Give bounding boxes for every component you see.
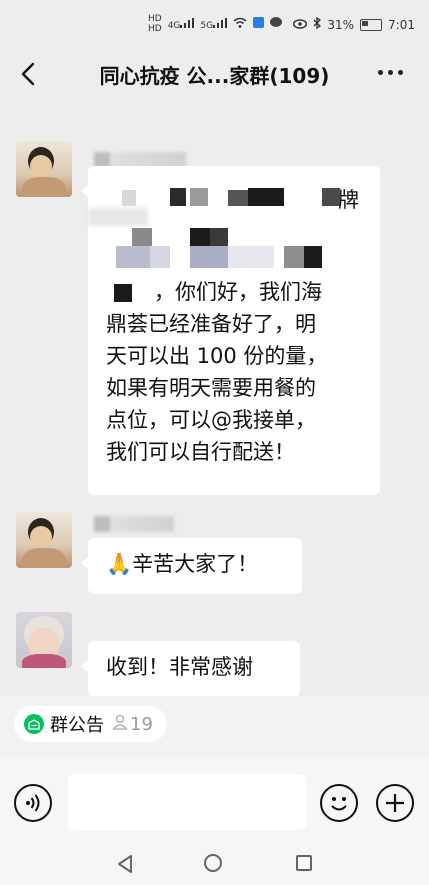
group-announcement-button[interactable]: 群公告 19 bbox=[14, 706, 167, 742]
system-navigation-bar bbox=[0, 846, 429, 885]
chat-title: 同心抗疫 公...家群(109) bbox=[99, 64, 330, 88]
message-text-line-2: ，你们好，我们海 bbox=[154, 280, 322, 304]
hd-badge-1: HD bbox=[148, 14, 162, 24]
message-text-line-6: 点位，可以@我接单， bbox=[106, 408, 316, 432]
status-bar: HD HD 4G 5G 31% 7:01 bbox=[0, 0, 429, 46]
hd-badge-2: HD bbox=[148, 24, 162, 34]
notice-icon bbox=[24, 714, 44, 734]
sender-avatar-2[interactable] bbox=[16, 512, 72, 568]
redacted-mosaic bbox=[88, 166, 380, 302]
message-text-line-4: 天可以出 100 份的量， bbox=[106, 344, 328, 368]
message-input[interactable] bbox=[68, 774, 306, 830]
message-text-line-1: 牌 bbox=[338, 188, 359, 212]
member-count: 19 bbox=[130, 713, 153, 735]
message-text-line-7: 我们可以自行配送！ bbox=[106, 440, 295, 464]
input-bar bbox=[0, 758, 429, 846]
message-bubble-3[interactable]: 收到！非常感谢 bbox=[81, 641, 300, 696]
nav-home-icon[interactable] bbox=[204, 854, 222, 872]
message-bubble-2[interactable]: 🙏辛苦大家了！ bbox=[81, 538, 302, 594]
signal-4g-label: 4G bbox=[167, 20, 181, 31]
system-indicators: 31% 7:01 bbox=[293, 16, 415, 32]
message-text-line-3: 鼎荟已经准备好了，明 bbox=[106, 312, 316, 336]
message-bubble-1[interactable]: 牌 ，你们好，我们海 鼎荟已经准备好了，明 天可以出 100 份的量， 如果有明… bbox=[81, 166, 380, 495]
message-notification-icon bbox=[270, 17, 283, 31]
eye-icon bbox=[293, 18, 308, 32]
signal-5g-label: 5G bbox=[200, 20, 214, 31]
message-text: 收到！非常感谢 bbox=[106, 655, 253, 679]
app-notification-icon bbox=[253, 17, 265, 31]
wifi-icon bbox=[233, 17, 247, 31]
message-list[interactable]: 牌 ，你们好，我们海 鼎荟已经准备好了，明 天可以出 100 份的量， 如果有明… bbox=[0, 104, 429, 696]
member-icon bbox=[112, 714, 128, 734]
plus-icon[interactable] bbox=[376, 784, 414, 822]
voice-icon[interactable] bbox=[14, 784, 52, 822]
sender-avatar-3[interactable] bbox=[16, 612, 72, 668]
bluetooth-icon bbox=[313, 16, 322, 32]
network-indicators: HD HD 4G 5G bbox=[148, 14, 283, 34]
signal-5g-icon: 5G bbox=[200, 17, 228, 31]
message-text-body: ，你们好，我们海 鼎荟已经准备好了，明 天可以出 100 份的量， 如果有明天需… bbox=[106, 276, 362, 468]
message-text: 辛苦大家了！ bbox=[132, 552, 259, 576]
nav-back-icon[interactable] bbox=[116, 854, 134, 878]
announcement-label: 群公告 bbox=[50, 715, 104, 736]
praying-hands-emoji: 🙏 bbox=[106, 552, 133, 576]
hd-badges: HD HD bbox=[148, 14, 162, 34]
more-options-icon[interactable] bbox=[378, 70, 403, 75]
emoji-icon[interactable] bbox=[320, 784, 358, 822]
clock: 7:01 bbox=[388, 17, 415, 32]
sender-name-blurred bbox=[94, 516, 174, 532]
announcement-bar: 群公告 19 bbox=[0, 696, 429, 758]
battery-percent: 31% bbox=[327, 17, 355, 32]
sender-avatar-1[interactable] bbox=[16, 141, 72, 197]
message-text-line-5: 如果有明天需要用餐的 bbox=[106, 376, 316, 400]
nav-recent-apps-icon[interactable] bbox=[296, 855, 312, 871]
battery-icon bbox=[360, 18, 383, 31]
signal-4g-icon: 4G bbox=[167, 17, 195, 31]
chat-header: 同心抗疫 公...家群(109) bbox=[0, 46, 429, 104]
